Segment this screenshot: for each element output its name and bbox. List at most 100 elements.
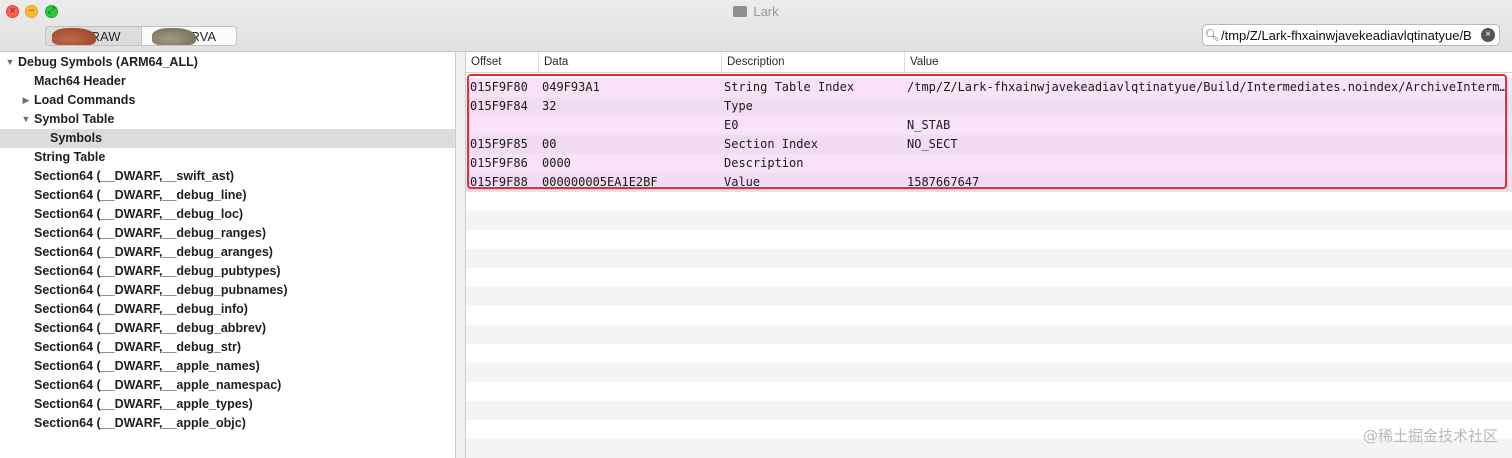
sidebar-item[interactable]: Section64 (__DWARF,__debug_info) xyxy=(0,300,455,319)
sidebar-item[interactable]: Section64 (__DWARF,__debug_ranges) xyxy=(0,224,455,243)
empty-table-row xyxy=(466,192,1512,211)
table-row[interactable]: E0 N_STAB xyxy=(466,116,1512,135)
column-header-offset[interactable]: Offset xyxy=(466,52,538,73)
cell-description: Section Index xyxy=(724,137,818,151)
sidebar-item[interactable]: Section64 (__DWARF,__debug_aranges) xyxy=(0,243,455,262)
empty-table-row xyxy=(466,287,1512,306)
column-header-description[interactable]: Description xyxy=(721,52,904,73)
disclosure-expanded-icon[interactable]: ▼ xyxy=(5,53,15,72)
search-field[interactable]: 🔍︎ /tmp/Z/Lark-fhxainwjavekeadiavlqtinat… xyxy=(1202,24,1500,46)
sidebar-item[interactable]: Mach64 Header xyxy=(0,72,455,91)
document-icon xyxy=(733,6,748,17)
sidebar-item-label: Section64 (__DWARF,__apple_types) xyxy=(34,397,253,411)
cell-value: 1587667647 xyxy=(907,175,980,189)
rva-mode-button[interactable]: RVA xyxy=(142,27,237,45)
empty-table-row xyxy=(466,363,1512,382)
empty-table-row xyxy=(466,230,1512,249)
search-input[interactable]: /tmp/Z/Lark-fhxainwjavekeadiavlqtinatyue… xyxy=(1221,28,1477,43)
sidebar-item[interactable]: ▼ Debug Symbols (ARM64_ALL) xyxy=(0,53,455,72)
cell-offset: 015F9F88 xyxy=(470,175,528,189)
empty-table-row xyxy=(466,249,1512,268)
cell-data: 32 xyxy=(542,99,557,113)
sidebar-item-label: Section64 (__DWARF,__debug_str) xyxy=(34,340,241,354)
empty-table-row xyxy=(466,401,1512,420)
sidebar-item[interactable]: Section64 (__DWARF,__apple_objc) xyxy=(0,414,455,433)
sidebar-item-label: Section64 (__DWARF,__debug_info) xyxy=(34,302,248,316)
cell-offset: 015F9F84 xyxy=(470,99,528,113)
sidebar-item-label: Section64 (__DWARF,__apple_objc) xyxy=(34,416,246,430)
rva-mode-label: RVA xyxy=(190,28,216,44)
table-row[interactable]: 015F9F84 32 Type xyxy=(466,97,1512,116)
sidebar-item-label: Section64 (__DWARF,__debug_line) xyxy=(34,188,247,202)
disclosure-collapsed-icon[interactable]: ▶ xyxy=(21,91,31,110)
column-header-value[interactable]: Value xyxy=(904,52,1512,73)
sidebar-item[interactable]: Section64 (__DWARF,__debug_abbrev) xyxy=(0,319,455,338)
raw-mode-button[interactable]: RAW xyxy=(46,27,142,45)
disclosure-expanded-icon[interactable]: ▼ xyxy=(21,110,31,129)
sidebar-item[interactable]: Section64 (__DWARF,__debug_line) xyxy=(0,186,455,205)
split-view-divider[interactable] xyxy=(456,52,466,458)
sidebar-item[interactable]: ▶ Load Commands xyxy=(0,91,455,110)
sidebar-item-label: Section64 (__DWARF,__apple_namespac) xyxy=(34,378,282,392)
table-header: Offset Data Description Value xyxy=(466,52,1512,73)
sidebar-item-label: Section64 (__DWARF,__apple_names) xyxy=(34,359,260,373)
sidebar-item[interactable]: Section64 (__DWARF,__debug_pubnames) xyxy=(0,281,455,300)
cell-description: Description xyxy=(724,156,804,170)
sidebar-item[interactable]: Section64 (__DWARF,__apple_types) xyxy=(0,395,455,414)
cell-description: Type xyxy=(724,99,753,113)
sidebar-item-label: Section64 (__DWARF,__debug_pubnames) xyxy=(34,283,288,297)
cell-value xyxy=(907,97,1507,116)
sidebar-item[interactable]: Section64 (__DWARF,__debug_pubtypes) xyxy=(0,262,455,281)
sidebar-item[interactable]: Section64 (__DWARF,__apple_names) xyxy=(0,357,455,376)
sidebar-item[interactable]: Section64 (__DWARF,__debug_loc) xyxy=(0,205,455,224)
table-row[interactable]: 015F9F86 0000 Description xyxy=(466,154,1512,173)
cell-value: /tmp/Z/Lark-fhxainwjavekeadiavlqtinatyue… xyxy=(907,80,1507,94)
cell-offset: 015F9F85 xyxy=(470,137,528,151)
cell-data: 000000005EA1E2BF xyxy=(542,175,658,189)
empty-table-row xyxy=(466,344,1512,363)
sidebar-item-label: Section64 (__DWARF,__debug_aranges) xyxy=(34,245,273,259)
sidebar-item-label: Mach64 Header xyxy=(34,74,126,88)
sidebar-item[interactable]: Section64 (__DWARF,__swift_ast) xyxy=(0,167,455,186)
cell-description: E0 xyxy=(724,118,739,132)
empty-table-row xyxy=(466,211,1512,230)
cell-offset xyxy=(470,116,540,135)
sidebar-item[interactable]: String Table xyxy=(0,148,455,167)
cell-offset: 015F9F80 xyxy=(470,80,528,94)
sidebar-item-label: Debug Symbols (ARM64_ALL) xyxy=(18,55,198,69)
cell-value: NO_SECT xyxy=(907,137,958,151)
window-title: Lark xyxy=(0,3,1512,21)
empty-table-row xyxy=(466,382,1512,401)
cell-offset: 015F9F86 xyxy=(470,156,528,170)
cell-data: 049F93A1 xyxy=(542,80,600,94)
sidebar-item-label: Symbols xyxy=(50,131,103,145)
column-header-data[interactable]: Data xyxy=(538,52,721,73)
detail-table: Offset Data Description Value 015F9F80 04… xyxy=(466,52,1512,458)
sidebar-item-label: Section64 (__DWARF,__debug_loc) xyxy=(34,207,244,221)
raw-rva-segmented-control: RAW RVA xyxy=(45,26,237,46)
cell-data: 0000 xyxy=(542,156,571,170)
empty-table-row xyxy=(466,268,1512,287)
empty-table-row xyxy=(466,306,1512,325)
window-toolbar: × − ⤢ Lark RAW RVA 🔍︎ /tmp/Z/Lark-fhxain… xyxy=(0,0,1512,52)
sidebar-item[interactable]: Section64 (__DWARF,__apple_namespac) xyxy=(0,376,455,395)
empty-table-row xyxy=(466,439,1512,458)
table-row[interactable]: 015F9F85 00 Section Index NO_SECT xyxy=(466,135,1512,154)
sidebar-item-label: String Table xyxy=(34,150,106,164)
sidebar-item-label: Section64 (__DWARF,__debug_abbrev) xyxy=(34,321,267,335)
table-row[interactable]: 015F9F80 049F93A1 String Table Index/tmp/Z… xyxy=(466,78,1512,97)
cell-data: 00 xyxy=(542,137,557,151)
cell-value xyxy=(907,154,1507,173)
cell-description: String Table Index xyxy=(724,80,855,94)
table-row[interactable]: 015F9F88 000000005EA1E2BF Value 1587667647 xyxy=(466,173,1512,192)
clear-search-icon[interactable]: × xyxy=(1481,28,1495,42)
empty-table-row xyxy=(466,420,1512,439)
rva-mode-icon xyxy=(151,28,196,45)
sidebar-item[interactable]: Section64 (__DWARF,__debug_str) xyxy=(0,338,455,357)
watermark: @稀土掘金技术社区 xyxy=(1362,427,1498,445)
raw-mode-icon xyxy=(52,28,96,45)
sidebar-item[interactable]: ▼ Symbol Table xyxy=(0,110,455,129)
sidebar-item[interactable]: Symbols xyxy=(0,129,455,148)
empty-table-row xyxy=(466,325,1512,344)
cell-description: Value xyxy=(724,175,761,189)
